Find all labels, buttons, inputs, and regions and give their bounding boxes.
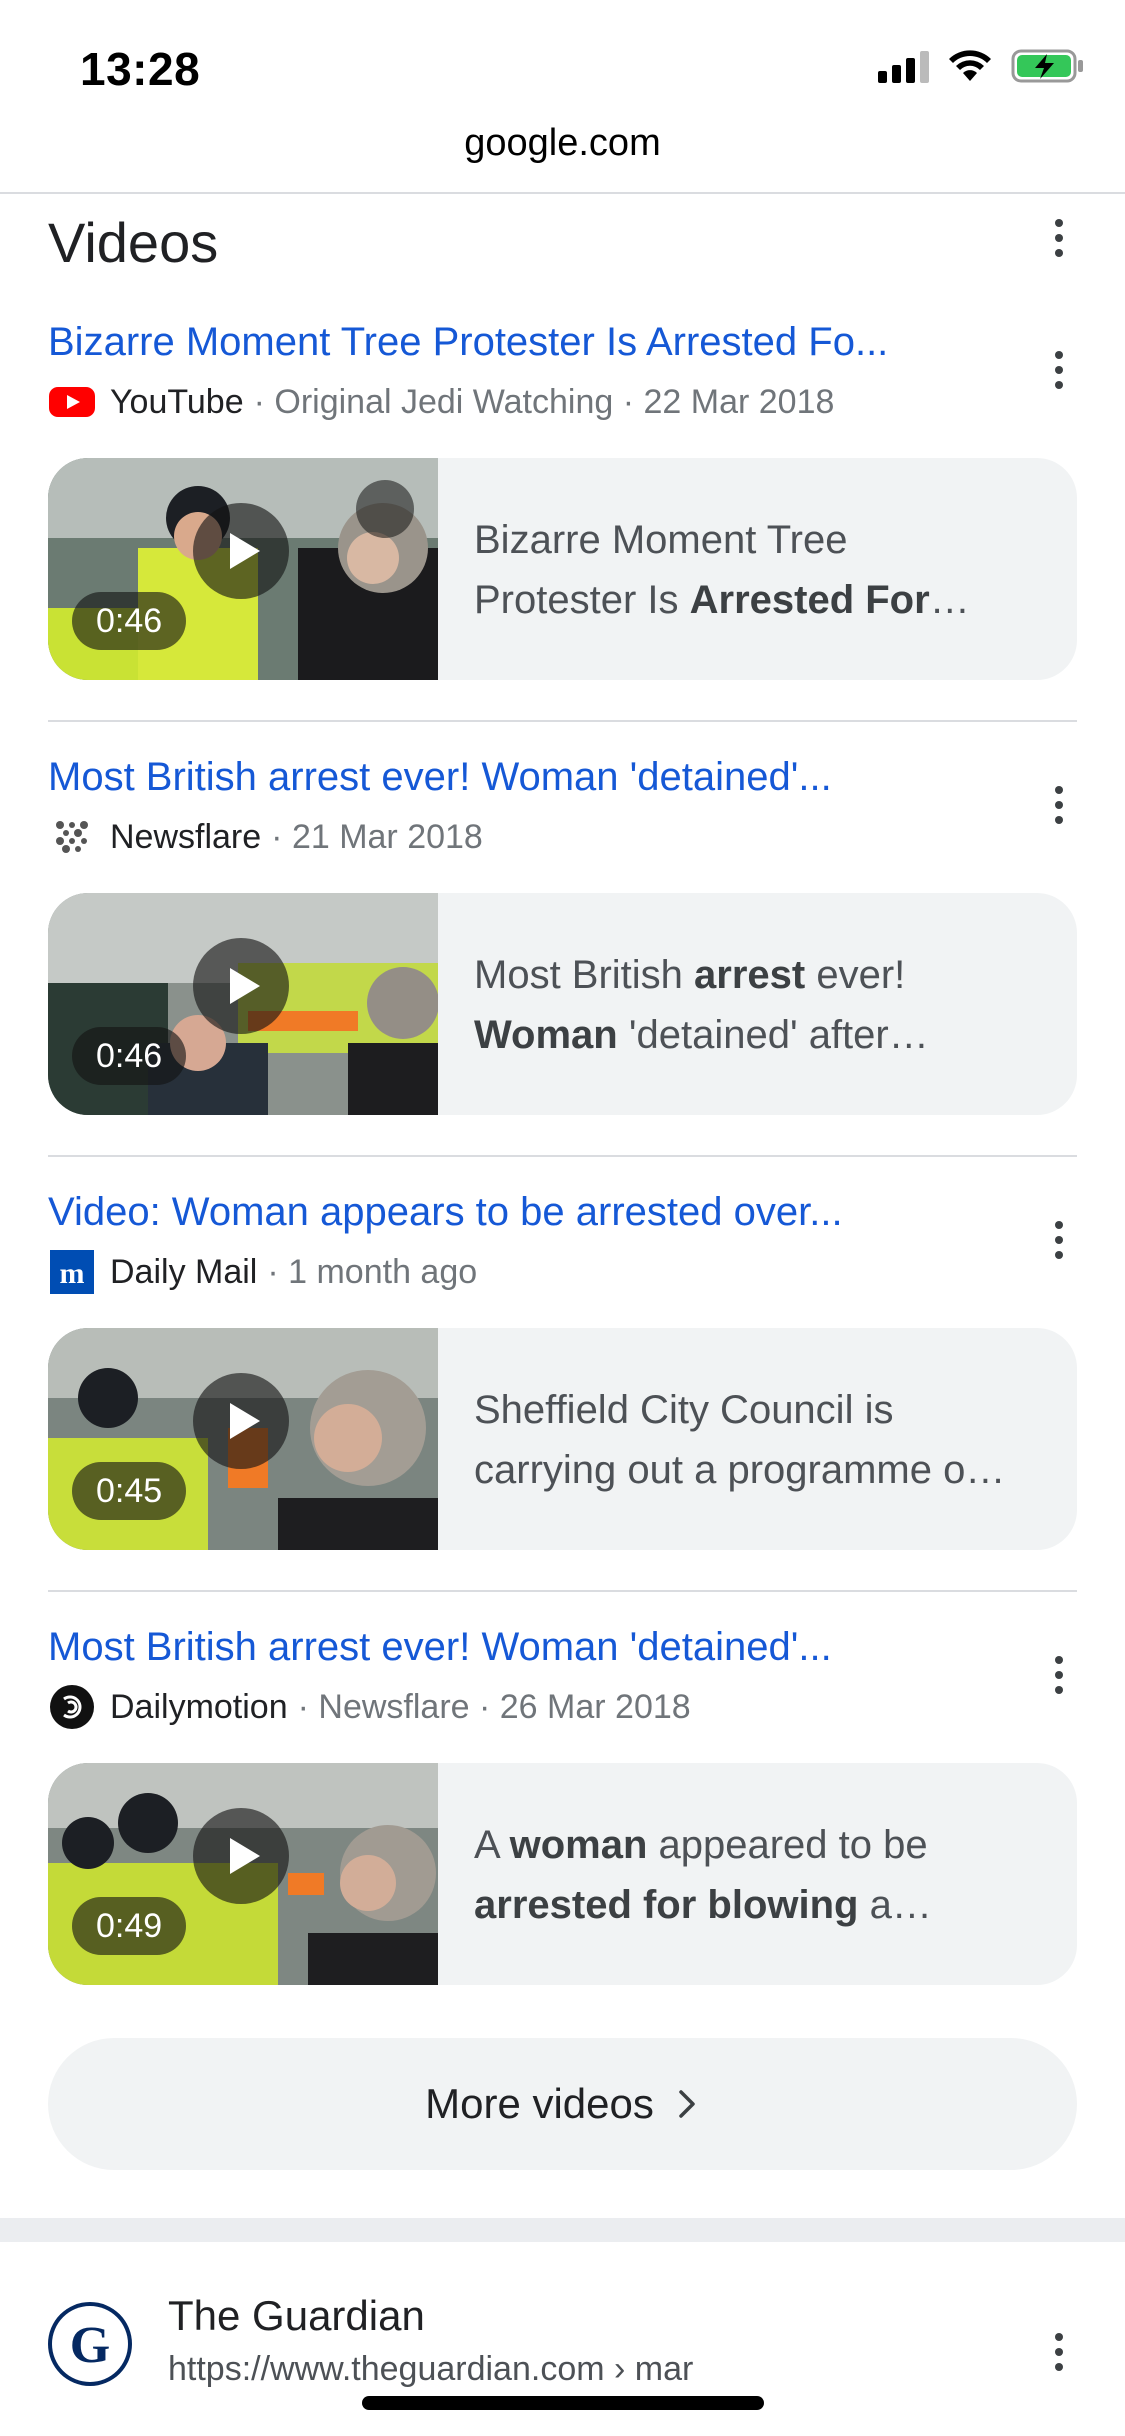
dailymotion-icon: [48, 1685, 96, 1729]
section-title: Videos: [48, 211, 219, 274]
snippet-text: a…: [858, 1883, 932, 1927]
play-icon[interactable]: [193, 1808, 289, 1904]
chevron-right-icon: [679, 2090, 695, 2118]
svg-text:G: G: [70, 2317, 110, 2374]
result-more-options-icon[interactable]: [1039, 340, 1079, 400]
result-source: Daily Mail: [110, 1252, 258, 1291]
result-divider: [48, 1590, 1077, 1592]
snippet-text: Bizarre Moment Tree: [474, 518, 848, 562]
status-bar: 13:28: [0, 0, 1125, 130]
snippet-line: Sheffield City Council is: [474, 1380, 1043, 1440]
snippet-text: 'detained' after…: [617, 1013, 929, 1057]
snippet-text: appeared to be: [647, 1823, 928, 1867]
result-title-link[interactable]: Most British arrest ever! Woman 'detaine…: [48, 753, 968, 801]
result-source: Newsflare: [110, 817, 262, 856]
result-site-name[interactable]: The Guardian: [168, 2292, 425, 2340]
snippet-line: Most British arrest ever!: [474, 945, 1043, 1005]
snippet-highlight: Arrested For: [689, 578, 930, 622]
snippet-text: …: [929, 578, 970, 622]
address-bar[interactable]: google.com: [0, 122, 1125, 192]
play-icon[interactable]: [193, 1373, 289, 1469]
snippet-text: carrying out a programme o…: [474, 1448, 1006, 1492]
video-card[interactable]: 0:46 Bizarre Moment Tree Protester Is Ar…: [48, 458, 1077, 680]
svg-text:m: m: [60, 1257, 85, 1290]
home-indicator[interactable]: [362, 2396, 764, 2410]
result-divider: [48, 720, 1077, 722]
video-duration: 0:49: [72, 1897, 187, 1955]
snippet-text: Sheffield City Council is: [474, 1388, 894, 1432]
snippet-line: Bizarre Moment Tree: [474, 510, 1043, 570]
video-snippet: Most British arrest ever! Woman 'detaine…: [438, 893, 1077, 1115]
more-videos-label: More videos: [425, 2080, 654, 2127]
snippet-line: A woman appeared to be: [474, 1815, 1043, 1875]
snippet-line: Woman 'detained' after…: [474, 1005, 1043, 1065]
video-result: Bizarre Moment Tree Protester Is Arreste…: [48, 318, 1077, 680]
video-duration: 0:46: [72, 592, 187, 650]
section-more-options-icon[interactable]: [1039, 208, 1079, 268]
snippet-text: Most British: [474, 953, 695, 997]
video-result: Most British arrest ever! Woman 'detaine…: [48, 1623, 1077, 1985]
result-divider: [48, 1155, 1077, 1157]
snippet-line: carrying out a programme o…: [474, 1440, 1043, 1500]
play-icon[interactable]: [193, 503, 289, 599]
snippet-highlight: arrest: [694, 953, 806, 997]
result-more-options-icon[interactable]: [1039, 1645, 1079, 1705]
result-url[interactable]: https://www.theguardian.com › mar: [168, 2350, 693, 2389]
video-thumbnail[interactable]: 0:46: [48, 893, 438, 1115]
video-snippet: Bizarre Moment Tree Protester Is Arreste…: [438, 458, 1077, 680]
snippet-line: arrested for blowing a…: [474, 1875, 1043, 1935]
result-meta: m Daily Mail · 1 month ago: [48, 1250, 1077, 1294]
video-snippet: Sheffield City Council is carrying out a…: [438, 1328, 1077, 1550]
result-meta-text: · Original Jedi Watching · 22 Mar 2018: [253, 382, 835, 421]
video-duration: 0:46: [72, 1027, 187, 1085]
snippet-highlight: arrested for blowing: [474, 1883, 859, 1927]
daily-mail-icon: m: [48, 1250, 96, 1294]
snippet-line: Protester Is Arrested For…: [474, 570, 1043, 630]
video-result: Most British arrest ever! Woman 'detaine…: [48, 753, 1077, 1115]
battery-charging-icon: [1011, 49, 1083, 83]
result-title-link[interactable]: Bizarre Moment Tree Protester Is Arreste…: [48, 318, 968, 366]
result-meta-text: · 21 Mar 2018: [271, 817, 483, 856]
guardian-logo-icon: G: [48, 2302, 132, 2386]
more-videos-button[interactable]: More videos: [48, 2038, 1077, 2170]
video-thumbnail[interactable]: 0:45: [48, 1328, 438, 1550]
system-icons: [878, 48, 1085, 84]
result-meta: YouTube · Original Jedi Watching · 22 Ma…: [48, 380, 1077, 424]
cellular-signal-icon: [878, 49, 929, 83]
result-source: Dailymotion: [110, 1687, 288, 1726]
wifi-icon: [949, 50, 991, 81]
video-thumbnail[interactable]: 0:46: [48, 458, 438, 680]
snippet-highlight: Woman: [474, 1013, 618, 1057]
result-meta: Dailymotion · Newsflare · 26 Mar 2018: [48, 1685, 1077, 1729]
result-meta-text: · 1 month ago: [267, 1252, 478, 1291]
video-duration: 0:45: [72, 1462, 187, 1520]
result-title-link[interactable]: Most British arrest ever! Woman 'detaine…: [48, 1623, 968, 1671]
play-icon[interactable]: [193, 938, 289, 1034]
result-source: YouTube: [110, 382, 244, 421]
expand-icon[interactable]: [356, 480, 414, 538]
toolbar-divider: [0, 192, 1125, 194]
snippet-text: ever!: [805, 953, 906, 997]
video-card[interactable]: 0:49 A woman appeared to be arrested for…: [48, 1763, 1077, 1985]
result-meta-text: · Newsflare · 26 Mar 2018: [297, 1687, 691, 1726]
status-time: 13:28: [80, 43, 201, 95]
result-meta: Newsflare · 21 Mar 2018: [48, 815, 1077, 859]
result-more-options-icon[interactable]: [1039, 775, 1079, 835]
video-card[interactable]: 0:45 Sheffield City Council is carrying …: [48, 1328, 1077, 1550]
snippet-text: Protester Is: [474, 578, 690, 622]
video-result: Video: Woman appears to be arrested over…: [48, 1188, 1077, 1550]
snippet-text: A: [474, 1823, 510, 1867]
section-separator: [0, 2218, 1125, 2242]
snippet-highlight: woman: [509, 1823, 648, 1867]
youtube-icon: [48, 380, 96, 424]
video-thumbnail[interactable]: 0:49: [48, 1763, 438, 1985]
result-more-options-icon[interactable]: [1039, 2322, 1079, 2382]
video-card[interactable]: 0:46 Most British arrest ever! Woman 'de…: [48, 893, 1077, 1115]
video-snippet: A woman appeared to be arrested for blow…: [438, 1763, 1077, 1985]
newsflare-icon: [48, 815, 96, 859]
result-more-options-icon[interactable]: [1039, 1210, 1079, 1270]
result-title-link[interactable]: Video: Woman appears to be arrested over…: [48, 1188, 968, 1236]
